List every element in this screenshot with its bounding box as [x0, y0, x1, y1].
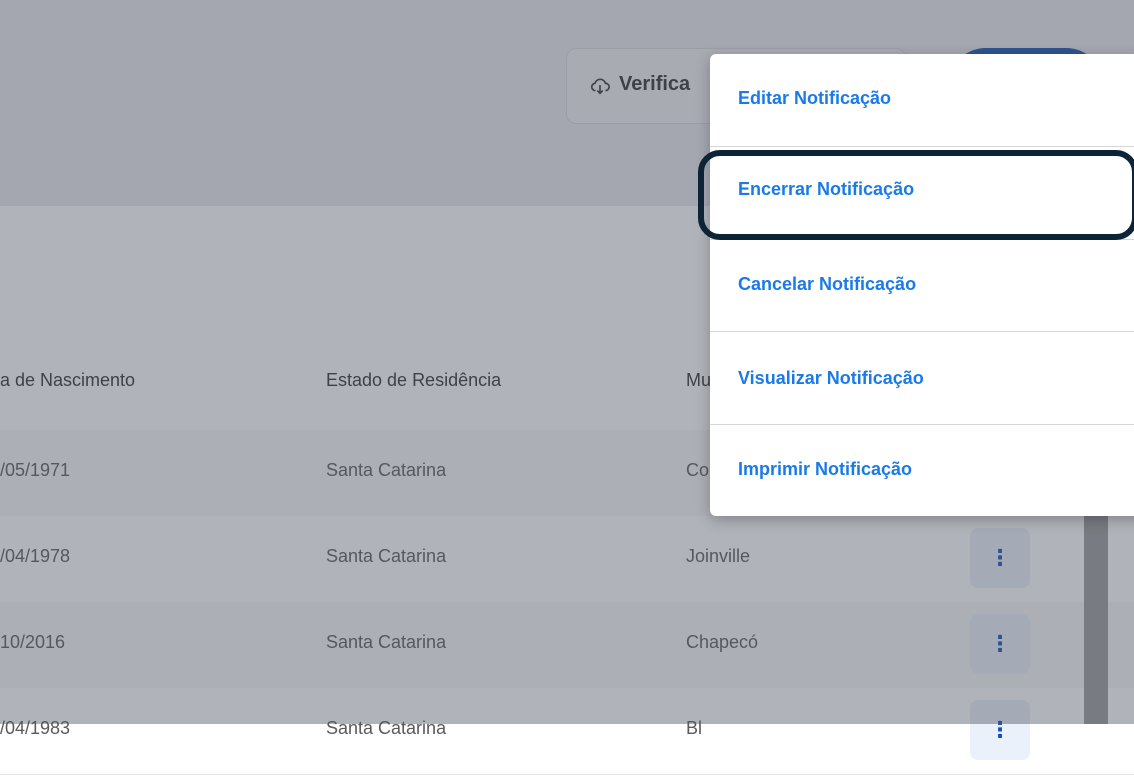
menu-item-label: Cancelar Notificação	[738, 274, 917, 294]
highlight-ring	[698, 150, 1134, 240]
menu-item-print[interactable]: Imprimir Notificação	[710, 425, 1134, 517]
page: Verifica a de Nascimento Estado de Resid…	[0, 0, 1134, 775]
menu-item-label: Visualizar Notificação	[738, 368, 924, 388]
menu-item-edit[interactable]: Editar Notificação	[710, 54, 1134, 146]
menu-item-label: Imprimir Notificação	[738, 459, 913, 479]
menu-item-label: Editar Notificação	[738, 88, 892, 108]
row-actions-menu: Editar Notificação Encerrar Notificação …	[710, 54, 1134, 516]
menu-item-view[interactable]: Visualizar Notificação	[710, 332, 1134, 424]
menu-item-cancel[interactable]: Cancelar Notificação	[710, 240, 1134, 332]
